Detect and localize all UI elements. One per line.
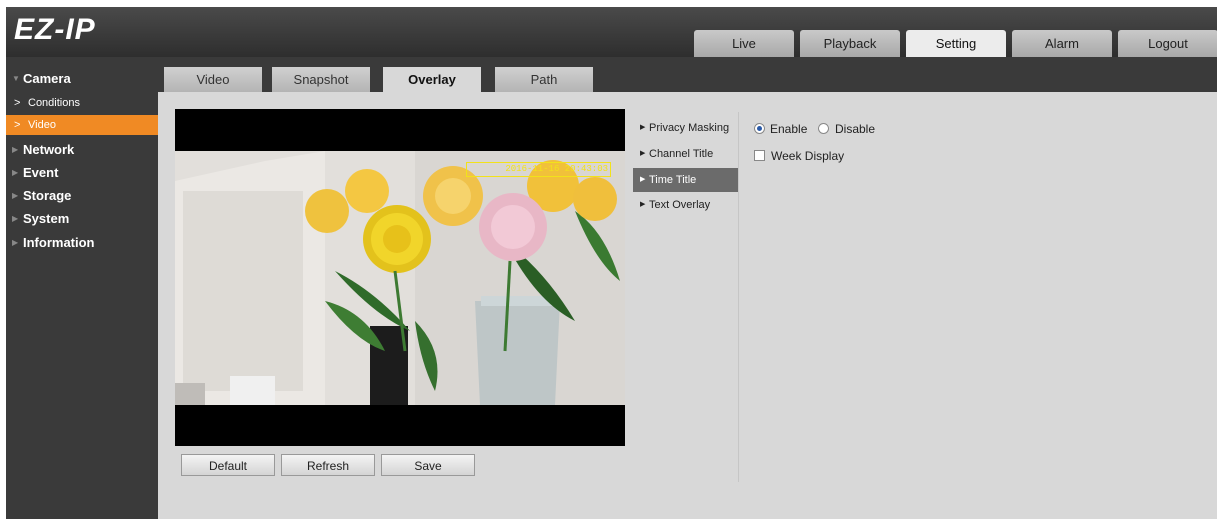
top-header: EZ-IP Live Playback Setting Alarm Logout: [6, 7, 1217, 57]
menu-item-channel-title[interactable]: ▶ Channel Title: [633, 142, 738, 166]
overlay-settings-panel: 2016-11-16 20:43:03 Default Refresh Save…: [158, 92, 1217, 519]
refresh-button[interactable]: Refresh: [281, 454, 375, 476]
triangle-right-icon: ▶: [12, 145, 19, 154]
enable-label: Enable: [770, 122, 808, 136]
triangle-right-icon: ▶: [640, 124, 646, 131]
menu-item-label: Time Title: [649, 174, 697, 186]
disable-label: Disable: [835, 122, 876, 136]
triangle-right-icon: ▶: [640, 176, 646, 183]
default-button[interactable]: Default: [181, 454, 275, 476]
triangle-right-icon: ▶: [12, 238, 19, 247]
menu-item-text-overlay[interactable]: ▶ Text Overlay: [633, 193, 738, 217]
sidebar-item-label: Network: [23, 142, 75, 157]
flower-scene-image: [175, 151, 625, 405]
triangle-right-icon: ▶: [12, 168, 19, 177]
week-display-checkbox[interactable]: [754, 150, 765, 161]
nav-alarm[interactable]: Alarm: [1012, 30, 1112, 57]
menu-item-label: Channel Title: [649, 148, 714, 160]
tab-snapshot[interactable]: Snapshot: [272, 67, 370, 92]
sidebar-item-label: Conditions: [28, 97, 80, 109]
sidebar-item-label: Video: [28, 119, 56, 131]
week-display-label: Week Display: [771, 149, 845, 163]
sidebar: ▼ Camera > Conditions > Video ▶ Network …: [6, 67, 158, 519]
sidebar-item-label: Camera: [23, 71, 71, 86]
save-button[interactable]: Save: [381, 454, 475, 476]
app-window: EZ-IP Live Playback Setting Alarm Logout…: [6, 7, 1217, 519]
time-title-text: 2016-11-16 20:43:03: [505, 164, 608, 174]
menu-item-label: Privacy Masking: [649, 122, 730, 134]
tab-path[interactable]: Path: [495, 67, 593, 92]
menu-item-privacy-masking[interactable]: ▶ Privacy Masking: [633, 116, 738, 140]
disable-radio[interactable]: [818, 123, 829, 134]
panel-divider: [738, 112, 739, 482]
time-title-overlay-box[interactable]: 2016-11-16 20:43:03: [466, 162, 611, 177]
sidebar-item-event[interactable]: ▶ Event: [6, 163, 158, 183]
enable-radio[interactable]: [754, 123, 765, 134]
chevron-right-icon: >: [14, 119, 21, 131]
triangle-right-icon: ▶: [640, 201, 646, 208]
tab-overlay[interactable]: Overlay: [383, 67, 481, 92]
sidebar-item-network[interactable]: ▶ Network: [6, 140, 158, 160]
nav-live[interactable]: Live: [694, 30, 794, 57]
sidebar-item-information[interactable]: ▶ Information: [6, 233, 158, 253]
menu-item-label: Text Overlay: [649, 199, 711, 211]
sidebar-item-system[interactable]: ▶ System: [6, 209, 158, 229]
video-preview[interactable]: 2016-11-16 20:43:03: [175, 109, 625, 446]
settings-subtabs: Video Snapshot Overlay Path: [158, 67, 1217, 92]
chevron-right-icon: >: [14, 97, 21, 109]
sidebar-item-label: Event: [23, 165, 59, 180]
brand-logo: EZ-IP: [14, 13, 96, 46]
sidebar-item-video[interactable]: > Video: [6, 115, 158, 135]
camera-image: 2016-11-16 20:43:03: [175, 151, 625, 405]
triangle-down-icon: ▼: [12, 74, 20, 83]
nav-playback[interactable]: Playback: [800, 30, 900, 57]
menu-item-time-title[interactable]: ▶ Time Title: [633, 168, 738, 192]
tab-video[interactable]: Video: [164, 67, 262, 92]
triangle-right-icon: ▶: [12, 214, 19, 223]
nav-setting[interactable]: Setting: [906, 30, 1006, 57]
triangle-right-icon: ▶: [12, 191, 19, 200]
sidebar-item-storage[interactable]: ▶ Storage: [6, 186, 158, 206]
nav-logout[interactable]: Logout: [1118, 30, 1217, 57]
sidebar-item-conditions[interactable]: > Conditions: [6, 93, 158, 113]
triangle-right-icon: ▶: [640, 150, 646, 157]
sidebar-item-label: Storage: [23, 188, 72, 203]
sidebar-item-label: System: [23, 211, 70, 226]
sidebar-item-camera[interactable]: ▼ Camera: [6, 69, 158, 89]
sidebar-item-label: Information: [23, 235, 95, 250]
